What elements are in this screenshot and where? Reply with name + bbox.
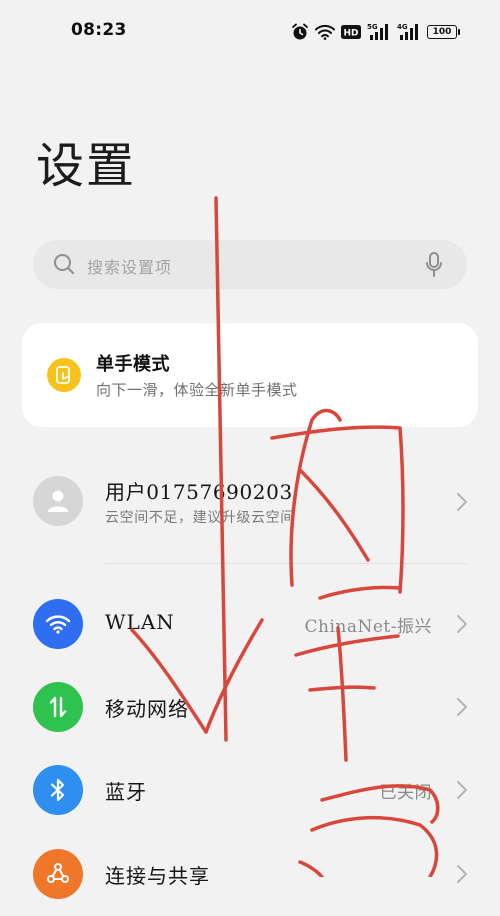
wifi-icon: [33, 599, 83, 649]
battery-tip: [458, 29, 460, 35]
settings-item-label: 移动网络: [105, 697, 189, 721]
account-name: 用户01757690203: [105, 480, 293, 504]
wifi-icon: [315, 24, 335, 40]
net2-label: 4G: [397, 23, 408, 31]
one-hand-mode-card[interactable]: 单手模式 向下一滑，体验全新单手模式: [22, 323, 478, 427]
status-icons: HD 5G 4G 100: [291, 22, 460, 42]
share-icon: [33, 849, 83, 899]
status-time: 08:23: [71, 20, 127, 40]
settings-item-connection-sharing[interactable]: 连接与共享: [0, 832, 500, 916]
bluetooth-icon: [33, 765, 83, 815]
settings-item-label: 连接与共享: [105, 864, 210, 888]
signal-icon: 5G: [367, 23, 391, 41]
battery-level: 100: [427, 25, 457, 39]
settings-item-value: 已关闭: [379, 783, 432, 803]
settings-item-wlan[interactable]: WLAN ChinaNet-振兴: [0, 582, 500, 666]
page-title: 设置: [36, 138, 137, 194]
search-bar[interactable]: 搜索设置项: [33, 240, 467, 289]
signal-icon: 4G: [397, 23, 421, 41]
one-hand-mode-subtitle: 向下一滑，体验全新单手模式: [96, 381, 298, 399]
alarm-icon: [291, 23, 309, 41]
settings-item-label: 蓝牙: [105, 780, 147, 804]
mobile-data-icon: [33, 682, 83, 732]
search-icon: [53, 253, 75, 279]
one-hand-mode-title: 单手模式: [96, 354, 170, 375]
net1-label: 5G: [367, 23, 378, 31]
settings-item-mobile-network[interactable]: 移动网络: [0, 665, 500, 749]
settings-item-bluetooth[interactable]: 蓝牙 已关闭: [0, 748, 500, 832]
one-hand-mode-icon: [47, 358, 81, 392]
account-subtitle: 云空间不足，建议升级云空间: [105, 510, 295, 526]
chevron-right-icon: [456, 780, 468, 804]
avatar[interactable]: [33, 476, 83, 526]
status-bar: 08:23 HD 5G 4G 100: [0, 0, 500, 64]
battery-icon: 100: [427, 25, 460, 39]
user-icon: [47, 490, 69, 512]
settings-item-label: WLAN: [105, 610, 175, 634]
chevron-right-icon: [456, 614, 468, 638]
hd-icon: HD: [341, 25, 361, 39]
hd-label: HD: [343, 29, 358, 39]
chevron-right-icon: [456, 697, 468, 721]
chevron-right-icon: [456, 492, 468, 516]
microphone-icon[interactable]: [425, 252, 443, 282]
settings-item-value: ChinaNet-振兴: [304, 617, 432, 637]
chevron-right-icon: [456, 864, 468, 888]
account-row[interactable]: 用户01757690203 云空间不足，建议升级云空间: [0, 461, 500, 551]
search-placeholder[interactable]: 搜索设置项: [87, 254, 172, 278]
divider: [105, 563, 467, 564]
